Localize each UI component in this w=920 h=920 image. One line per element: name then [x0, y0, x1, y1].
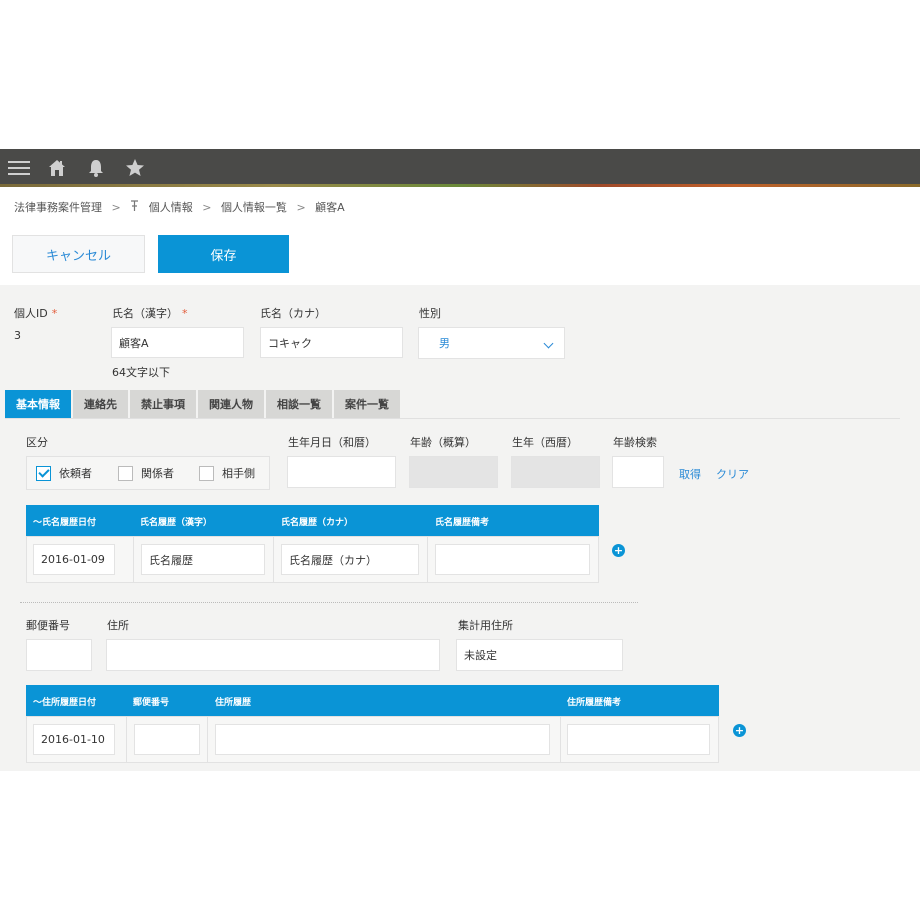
tab-related-persons[interactable]: 関連人物: [198, 390, 264, 418]
name-kana-input[interactable]: コキャク: [260, 327, 403, 358]
save-button[interactable]: 保存: [158, 235, 289, 273]
personal-id-label: 個人ID *: [14, 305, 57, 321]
chevron-down-icon: [543, 338, 554, 349]
tab-contact[interactable]: 連絡先: [73, 390, 128, 418]
column-header: 住所履歴備考: [567, 698, 622, 708]
breadcrumb-separator: >: [111, 201, 121, 214]
home-icon[interactable]: [47, 158, 69, 180]
star-icon[interactable]: [125, 158, 147, 180]
category-opponent-label: 相手側: [222, 467, 255, 480]
column-divider: [133, 536, 134, 583]
column-header: 〜住所履歴日付: [33, 698, 97, 708]
agg-address-field: 未設定: [456, 639, 623, 671]
column-divider: [273, 536, 274, 583]
breadcrumb-record: 顧客A: [315, 201, 345, 214]
postal-code-input[interactable]: [26, 639, 92, 671]
category-client-label: 依頼者: [59, 467, 92, 480]
category-related-checkbox[interactable]: 関係者: [118, 465, 174, 481]
category-opponent-checkbox[interactable]: 相手側: [199, 465, 255, 481]
address-history-input[interactable]: [215, 724, 550, 755]
name-kanji-label: 氏名（漢字） *: [112, 305, 188, 321]
address-label: 住所: [107, 619, 129, 632]
name-history-date-input[interactable]: 2016-01-09: [33, 544, 115, 575]
name-kanji-input[interactable]: 顧客A: [111, 327, 244, 358]
tab-prohibitions[interactable]: 禁止事項: [130, 390, 196, 418]
breadcrumb-app[interactable]: 法律事務案件管理: [14, 201, 102, 214]
gender-label: 性別: [419, 307, 441, 320]
personal-id-label-text: 個人ID: [14, 307, 48, 320]
name-history-header: 〜氏名履歴日付 氏名履歴（漢字） 氏名履歴（カナ） 氏名履歴備考: [26, 505, 599, 536]
pin-icon: [130, 200, 139, 214]
name-history-kanji-input[interactable]: 氏名履歴: [141, 544, 265, 575]
name-history-note-input[interactable]: [435, 544, 590, 575]
checkbox-checked[interactable]: [36, 465, 51, 481]
birth-year-input: [511, 456, 600, 488]
category-client-checkbox[interactable]: 依頼者: [36, 465, 92, 481]
agg-address-label: 集計用住所: [458, 619, 513, 632]
address-input[interactable]: [106, 639, 440, 671]
checkbox-unchecked[interactable]: [118, 465, 133, 481]
add-row-icon[interactable]: +: [612, 544, 625, 557]
postal-code-label: 郵便番号: [26, 619, 70, 632]
age-search-input[interactable]: [612, 456, 664, 488]
birth-jp-input[interactable]: [287, 456, 396, 488]
birth-jp-label: 生年月日（和暦）: [288, 436, 376, 449]
cancel-button[interactable]: キャンセル: [12, 235, 145, 273]
category-related-label: 関係者: [141, 467, 174, 480]
section-divider: [20, 602, 638, 603]
column-header: 住所履歴: [215, 698, 252, 708]
tab-consultations[interactable]: 相談一覧: [266, 390, 332, 418]
age-input: [409, 456, 498, 488]
column-divider: [427, 536, 428, 583]
required-mark: *: [182, 307, 188, 320]
age-label: 年齢（概算）: [410, 436, 476, 449]
add-row-icon[interactable]: +: [733, 724, 746, 737]
breadcrumb-separator: >: [202, 201, 212, 214]
required-mark: *: [51, 307, 58, 320]
name-kana-label: 氏名（カナ）: [260, 307, 326, 320]
tab-basic-info[interactable]: 基本情報: [5, 390, 71, 418]
personal-id-value: 3: [14, 329, 21, 342]
address-history-header: 〜住所履歴日付 郵便番号 住所履歴 住所履歴備考: [26, 685, 719, 716]
address-history-date-input[interactable]: 2016-01-10: [33, 724, 115, 755]
name-history-kana-input[interactable]: 氏名履歴（カナ）: [281, 544, 419, 575]
gender-select[interactable]: 男: [418, 327, 565, 359]
column-header: 郵便番号: [133, 698, 170, 708]
checkbox-unchecked[interactable]: [199, 465, 214, 481]
record-tabs: 基本情報 連絡先 禁止事項 関連人物 相談一覧 案件一覧: [5, 390, 402, 418]
address-history-note-input[interactable]: [567, 724, 710, 755]
gender-selected-value: 男: [439, 337, 450, 350]
address-history-postal-input[interactable]: [134, 724, 200, 755]
column-header: 氏名履歴（漢字）: [140, 518, 213, 528]
birth-year-label: 生年（西暦）: [512, 436, 578, 449]
breadcrumb: 法律事務案件管理 > 個人情報 > 個人情報一覧 > 顧客A: [14, 199, 351, 215]
column-header: 〜氏名履歴日付: [33, 518, 97, 528]
age-search-label: 年齢検索: [613, 436, 657, 449]
fetch-link[interactable]: 取得: [679, 466, 701, 482]
breadcrumb-space[interactable]: 個人情報: [149, 201, 193, 214]
breadcrumb-separator: >: [296, 201, 306, 214]
name-kanji-hint: 64文字以下: [112, 366, 170, 379]
menu-icon[interactable]: [8, 158, 30, 180]
column-divider: [207, 716, 208, 763]
column-divider: [560, 716, 561, 763]
top-navigation-bar: [0, 149, 920, 187]
column-header: 氏名履歴（カナ）: [281, 518, 354, 528]
column-divider: [126, 716, 127, 763]
clear-link[interactable]: クリア: [716, 466, 749, 482]
category-label: 区分: [26, 436, 48, 449]
breadcrumb-view[interactable]: 個人情報一覧: [221, 201, 287, 214]
bell-icon[interactable]: [86, 158, 108, 180]
tab-cases[interactable]: 案件一覧: [334, 390, 400, 418]
column-header: 氏名履歴備考: [435, 518, 490, 528]
name-kanji-label-text: 氏名（漢字）: [112, 307, 178, 320]
